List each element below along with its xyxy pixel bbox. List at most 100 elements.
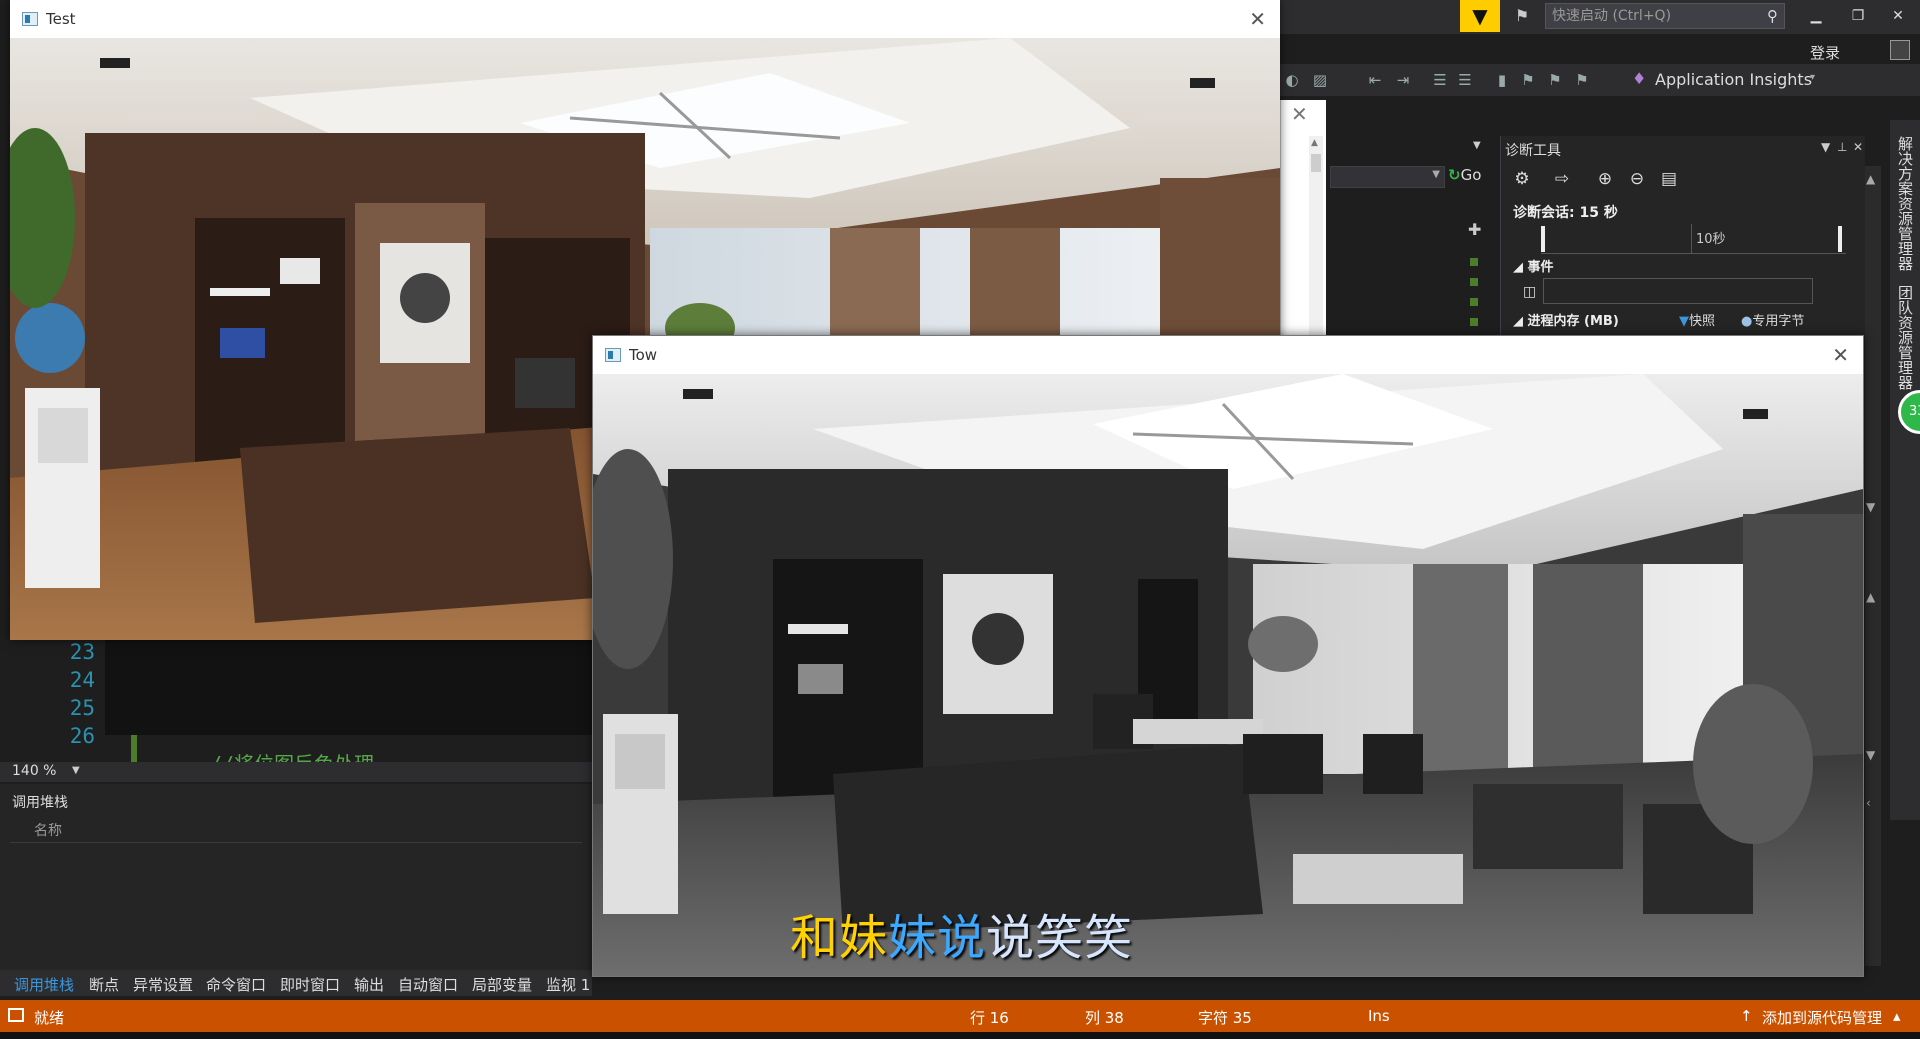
callstack-column-name[interactable]: 名称 (34, 820, 62, 840)
minimize-button[interactable]: ▁ (1798, 2, 1834, 30)
bookmark-clear-icon[interactable]: ⚑ (1572, 70, 1592, 90)
change-margin (131, 735, 137, 763)
filter-icon[interactable]: ▼ (1460, 0, 1500, 32)
code-editor-dark-region (105, 640, 592, 735)
timeline-handle-end[interactable] (1838, 226, 1842, 252)
search-icon[interactable]: ⚲ (1767, 4, 1778, 28)
chevron-down-icon[interactable]: ▼ (1473, 140, 1481, 151)
memory-section[interactable]: ◢ 进程内存 (MB) (1513, 310, 1619, 329)
pin-icon[interactable]: ⊥ (1837, 140, 1847, 154)
chevron-down-icon: ▼ (1432, 169, 1440, 180)
line-number: 24 (69, 668, 95, 692)
editor-region (1300, 130, 1490, 340)
pause-icon[interactable]: ◫ (1523, 284, 1536, 300)
toolbar-tool-icon[interactable]: ◐ (1282, 70, 1302, 90)
vertical-scrollbar[interactable] (1309, 136, 1323, 336)
app-insights-button[interactable]: Application Insights (1655, 70, 1812, 89)
tab-locals[interactable]: 局部变量 (472, 974, 532, 995)
lightbulb-icon[interactable]: ♦ (1632, 69, 1646, 88)
test-window-titlebar[interactable]: Test ✕ (10, 0, 1280, 38)
quick-launch-input[interactable]: 快速启动 (Ctrl+Q) ⚲ (1545, 3, 1785, 29)
toolbar-tool-icon[interactable]: ⇥ (1393, 70, 1413, 90)
close-icon[interactable]: ✕ (1832, 343, 1849, 367)
scroll-up-icon[interactable]: ▲ (1866, 172, 1875, 186)
chart-icon[interactable]: ▤ (1658, 168, 1680, 190)
tow-window-titlebar[interactable]: Tow ✕ (593, 336, 1863, 374)
add-to-source-control-button[interactable]: 添加到源代码管理 (1762, 1007, 1882, 1028)
tab-callstack[interactable]: 调用堆栈 (14, 974, 74, 995)
upload-icon[interactable]: ↑ (1740, 1007, 1753, 1025)
snapshot-label: 快照 (1689, 314, 1716, 329)
private-bytes-label: 专用字节 (1752, 314, 1805, 329)
scroll-down-icon[interactable]: ▼ (1866, 748, 1875, 762)
tab-watch1[interactable]: 监视 1 (546, 974, 590, 995)
tab-immediate-window[interactable]: 即时窗口 (280, 974, 340, 995)
tow-window-title: Tow (629, 346, 658, 364)
solution-explorer-tab[interactable]: 解决方案资源管理器 (1895, 136, 1916, 271)
quick-launch-placeholder: 快速启动 (Ctrl+Q) (1552, 8, 1672, 24)
toolbar-tool-icon[interactable]: ▨ (1310, 70, 1330, 90)
go-button[interactable]: ↻Go (1448, 166, 1481, 184)
go-label: Go (1460, 166, 1482, 184)
toolbar-tool-icon[interactable]: ⇤ (1365, 70, 1385, 90)
timeline-label: 10秒 (1696, 232, 1726, 247)
navigation-combo[interactable]: ▼ (1330, 166, 1445, 188)
zoom-out-icon[interactable]: ⊖ (1626, 168, 1648, 190)
bookmark-next-icon[interactable]: ⚑ (1545, 70, 1565, 90)
status-ready: 就绪 (34, 1009, 65, 1027)
caption-part: 妹说 (888, 910, 987, 966)
account-icon[interactable] (1890, 40, 1910, 60)
restore-button[interactable]: ❐ (1840, 2, 1876, 30)
team-explorer-tab[interactable]: 团队资源管理器 (1895, 285, 1916, 390)
bookmark-icon[interactable]: ▮ (1492, 70, 1512, 90)
status-col: 列 38 (1085, 1009, 1124, 1027)
chevron-down-icon[interactable]: ▼ (72, 765, 80, 776)
split-icon[interactable]: ✚ (1468, 220, 1481, 239)
tab-autos[interactable]: 自动窗口 (398, 974, 458, 995)
status-ins: Ins (1368, 1007, 1390, 1025)
chevron-down-icon[interactable]: ▾ (1810, 72, 1815, 83)
feedback-icon[interactable]: ⚑ (1510, 4, 1534, 28)
export-icon[interactable]: ⇨ (1551, 168, 1573, 190)
gear-icon[interactable]: ⚙ (1511, 168, 1533, 190)
scroll-up-icon[interactable]: ▲ (1866, 590, 1875, 604)
indent-icon[interactable]: ☰ (1430, 70, 1450, 90)
tab-command-window[interactable]: 命令窗口 (206, 974, 266, 995)
chevron-up-icon[interactable]: ▴ (1893, 1007, 1901, 1025)
change-margin (1470, 246, 1478, 336)
close-icon[interactable]: ✕ (1291, 102, 1308, 126)
status-char: 字符 35 (1198, 1009, 1252, 1027)
snapshot-icon: ▼ (1679, 314, 1689, 329)
close-icon[interactable]: ✕ (1249, 7, 1266, 31)
taskbar-edge (0, 1032, 1920, 1039)
office-photo-grayscale (593, 374, 1863, 976)
code-comment: //将位图反色处理 (210, 748, 374, 762)
status-bar: 就绪 行 16 列 38 字符 35 Ins ↑ 添加到源代码管理 ▴ (0, 1000, 1920, 1032)
tab-exception-settings[interactable]: 异常设置 (133, 974, 193, 995)
close-button[interactable]: ✕ (1880, 2, 1916, 30)
timeline-handle-start[interactable] (1541, 226, 1545, 252)
chevron-down-icon[interactable]: ▼ (1821, 140, 1830, 154)
close-icon[interactable]: ✕ (1853, 140, 1863, 154)
vertical-scrollbar[interactable] (1865, 166, 1881, 966)
events-track (1543, 278, 1813, 304)
office-scene-grayscale (593, 374, 1863, 976)
tab-breakpoints[interactable]: 断点 (89, 974, 119, 995)
snapshot-legend: ▼快照 (1679, 310, 1715, 329)
events-section[interactable]: ◢ 事件 (1513, 256, 1554, 275)
zoom-level[interactable]: 140 % (12, 763, 56, 779)
line-number: 25 (69, 696, 95, 720)
bookmark-prev-icon[interactable]: ⚑ (1518, 70, 1538, 90)
scroll-down-icon[interactable]: ▼ (1866, 500, 1875, 514)
tow-window[interactable]: Tow ✕ (592, 335, 1864, 977)
tab-output[interactable]: 输出 (354, 974, 384, 995)
login-link[interactable]: 登录 (1810, 42, 1840, 63)
outdent-icon[interactable]: ☰ (1455, 70, 1475, 90)
collapse-icon[interactable]: ‹ (1866, 796, 1871, 810)
test-window-title: Test (46, 10, 76, 28)
side-tab-strip: 解决方案资源管理器 团队资源管理器 (1890, 120, 1920, 820)
diagnostics-timeline[interactable]: 10秒 (1541, 224, 1846, 254)
events-label: 事件 (1527, 260, 1554, 275)
background-window-fragment: ✕ (1280, 100, 1326, 336)
zoom-in-icon[interactable]: ⊕ (1594, 168, 1616, 190)
